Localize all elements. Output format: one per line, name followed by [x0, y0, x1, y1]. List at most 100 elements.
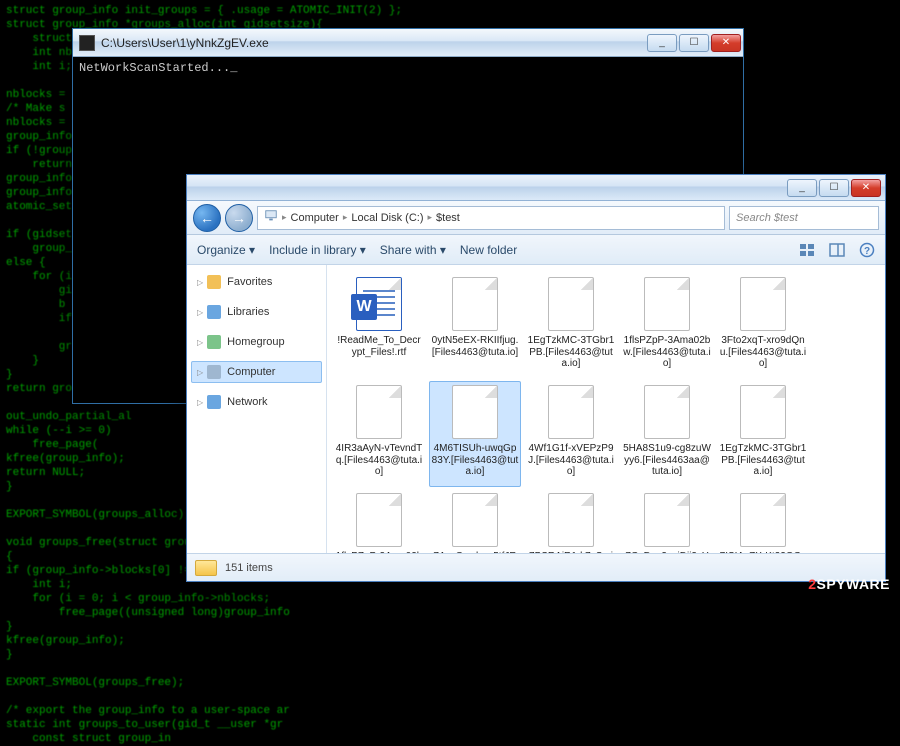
file-label: 5HA8S1u9-cg8zuWyy6.[Files4463aа@tuta.io]: [623, 443, 711, 478]
word-doc-icon: W: [356, 277, 402, 331]
sidebar-item-homegroup[interactable]: ▷ Homegroup: [191, 331, 322, 353]
expand-icon[interactable]: ▷: [197, 368, 203, 377]
file-label: 0ytN5eEX-RKIIfjug.[Files4463@tuta.io]: [431, 335, 519, 358]
file-label: 4IR3aAyN-vTevndTq.[Files4463@tuta.io]: [335, 443, 423, 478]
watermark-rest: SPYWARE: [816, 576, 890, 592]
explorer-window: _ ☐ ✕ ← → ▸Computer▸Local Disk (C:)▸$tes…: [186, 174, 886, 582]
file-icon: [452, 277, 498, 331]
toolbar-new-folder[interactable]: New folder: [460, 243, 517, 257]
sidebar-item-favorites[interactable]: ▷ Favorites: [191, 271, 322, 293]
file-item[interactable]: 1EgTzkMC-3TGbr1PB.[Files4463@tuta.io]: [525, 273, 617, 379]
preview-pane-icon[interactable]: [829, 242, 845, 258]
file-item[interactable]: 7ISIAxZX-Kt22OCgv.[Files4463@tuta.io]: [717, 489, 809, 553]
folder-icon: [195, 560, 217, 576]
file-label: 1flsPZpP-3Ama02bw.[Files4463@tuta.io]: [623, 335, 711, 370]
sidebar-item-label: Homegroup: [227, 336, 284, 348]
file-icon: [548, 277, 594, 331]
help-icon[interactable]: ?: [859, 242, 875, 258]
file-icon: [548, 385, 594, 439]
explorer-close-button[interactable]: ✕: [851, 179, 881, 197]
file-item[interactable]: 0ytN5eEX-RKIIfjug.[Files4463@tuta.io]: [429, 273, 521, 379]
toolbar-share-with[interactable]: Share with ▾: [380, 243, 446, 257]
status-item-count: 151 items: [225, 562, 273, 574]
computer-icon: [207, 365, 221, 379]
sidebar-item-network[interactable]: ▷ Network: [191, 391, 322, 413]
file-item[interactable]: 1flsPZpP-3Ama02bw.[Files4463@tuta.io]: [621, 273, 713, 379]
console-titlebar[interactable]: C:\Users\User\1\yNnkZgEV.exe _ ☐ ✕: [73, 29, 743, 57]
file-label: 1EgTzkMC-3TGbr1PB.[Files4463@tuta.io]: [527, 335, 615, 370]
file-label: 1EgTzkMC-3TGbr1PB.[Files4463@tuta.io]: [719, 443, 807, 478]
sidebar-item-libraries[interactable]: ▷ Libraries: [191, 301, 322, 323]
file-icon: [356, 493, 402, 547]
expand-icon[interactable]: ▷: [197, 338, 203, 347]
file-icon: [644, 277, 690, 331]
expand-icon[interactable]: ▷: [197, 278, 203, 287]
file-pane[interactable]: W !ReadMe_To_Decrypt_Files!.rtf 0ytN5eEX-R…: [327, 265, 885, 553]
sidebar-item-label: Computer: [227, 366, 275, 378]
svg-text:?: ?: [864, 246, 870, 257]
file-item[interactable]: 7AvxOwab-m5tfJRhs.[Files4463@tuta.io]: [429, 489, 521, 553]
sidebar-item-label: Libraries: [227, 306, 269, 318]
file-item[interactable]: 4Wf1G1f-xVEPzP9J.[Files4463@tuta.io]: [525, 381, 617, 487]
watermark: 2SPYWARE: [808, 576, 890, 592]
breadcrumb-segment[interactable]: Local Disk (C:): [351, 212, 423, 224]
file-item[interactable]: 7GxDny3w-iDjj3xYe.[Files4463@tuta.io]: [621, 489, 713, 553]
console-minimize-button[interactable]: _: [647, 34, 677, 52]
homegroup-icon: [207, 335, 221, 349]
explorer-toolbar: Organize ▾ Include in library ▾ Share wi…: [187, 235, 885, 265]
breadcrumb-separator: ▸: [343, 212, 348, 223]
file-icon: [740, 385, 786, 439]
computer-icon: [264, 209, 278, 226]
file-label: 4Wf1G1f-xVEPzP9J.[Files4463@tuta.io]: [527, 443, 615, 478]
search-input[interactable]: Search $test: [729, 206, 879, 230]
favorites-icon: [207, 275, 221, 289]
expand-icon[interactable]: ▷: [197, 308, 203, 317]
file-icon: [644, 385, 690, 439]
file-icon: [644, 493, 690, 547]
file-label: 3Fto2xqT-xro9dQnu.[Files4463@tuta.io]: [719, 335, 807, 370]
explorer-minimize-button[interactable]: _: [787, 179, 817, 197]
explorer-navbar: ← → ▸Computer▸Local Disk (C:)▸$test Sear…: [187, 201, 885, 235]
sidebar-item-label: Network: [227, 396, 267, 408]
breadcrumb[interactable]: ▸Computer▸Local Disk (C:)▸$test: [257, 206, 725, 230]
file-icon: [356, 385, 402, 439]
nav-forward-button[interactable]: →: [225, 204, 253, 232]
file-icon: [452, 385, 498, 439]
breadcrumb-segment[interactable]: $test: [436, 212, 460, 224]
file-label: 1flsPZpP-3Ama02bw.[Files4463@tuta.io]: [335, 551, 423, 553]
file-label: 7AvxOwab-m5tfJRhs.[Files4463@tuta.io]: [431, 551, 519, 553]
file-item[interactable]: 1EgTzkMC-3TGbr1PB.[Files4463@tuta.io]: [717, 381, 809, 487]
console-close-button[interactable]: ✕: [711, 34, 741, 52]
file-label: 7ISIAxZX-Kt22OCgv.[Files4463@tuta.io]: [719, 551, 807, 553]
console-title: C:\Users\User\1\yNnkZgEV.exe: [101, 36, 647, 50]
file-label: 7GxDny3w-iDjj3xYe.[Files4463@tuta.io]: [623, 551, 711, 553]
sidebar-item-computer[interactable]: ▷ Computer: [191, 361, 322, 383]
file-item[interactable]: 4IR3aAyN-vTevndTq.[Files4463@tuta.io]: [333, 381, 425, 487]
file-label: 4M6TISUh-uwqGp83Y.[Files4463@tuta.io]: [431, 443, 519, 478]
network-icon: [207, 395, 221, 409]
file-item[interactable]: 4M6TISUh-uwqGp83Y.[Files4463@tuta.io]: [429, 381, 521, 487]
file-item[interactable]: 3Fto2xqT-xro9dQnu.[Files4463@tuta.io]: [717, 273, 809, 379]
cmd-icon: [79, 35, 95, 51]
explorer-maximize-button[interactable]: ☐: [819, 179, 849, 197]
file-item[interactable]: 7BSRAjR1-k7zSmjA6.[Files4463@tuta.io]: [525, 489, 617, 553]
explorer-statusbar: 151 items: [187, 553, 885, 581]
file-icon: [548, 493, 594, 547]
file-icon: [452, 493, 498, 547]
explorer-sidebar: ▷Favorites▷Libraries▷Homegroup▷Computer▷…: [187, 265, 327, 553]
toolbar-organize[interactable]: Organize ▾: [197, 243, 255, 257]
sidebar-item-label: Favorites: [227, 276, 272, 288]
explorer-titlebar[interactable]: _ ☐ ✕: [187, 175, 885, 201]
file-item[interactable]: W !ReadMe_To_Decrypt_Files!.rtf: [333, 273, 425, 379]
console-maximize-button[interactable]: ☐: [679, 34, 709, 52]
breadcrumb-segment[interactable]: Computer: [291, 212, 339, 224]
nav-back-button[interactable]: ←: [193, 204, 221, 232]
file-label: !ReadMe_To_Decrypt_Files!.rtf: [335, 335, 423, 358]
libraries-icon: [207, 305, 221, 319]
file-item[interactable]: 5HA8S1u9-cg8zuWyy6.[Files4463aа@tuta.io]: [621, 381, 713, 487]
expand-icon[interactable]: ▷: [197, 398, 203, 407]
file-icon: [740, 493, 786, 547]
file-item[interactable]: 1flsPZpP-3Ama02bw.[Files4463@tuta.io]: [333, 489, 425, 553]
toolbar-include-in-library[interactable]: Include in library ▾: [269, 243, 366, 257]
view-options-icon[interactable]: [799, 242, 815, 258]
